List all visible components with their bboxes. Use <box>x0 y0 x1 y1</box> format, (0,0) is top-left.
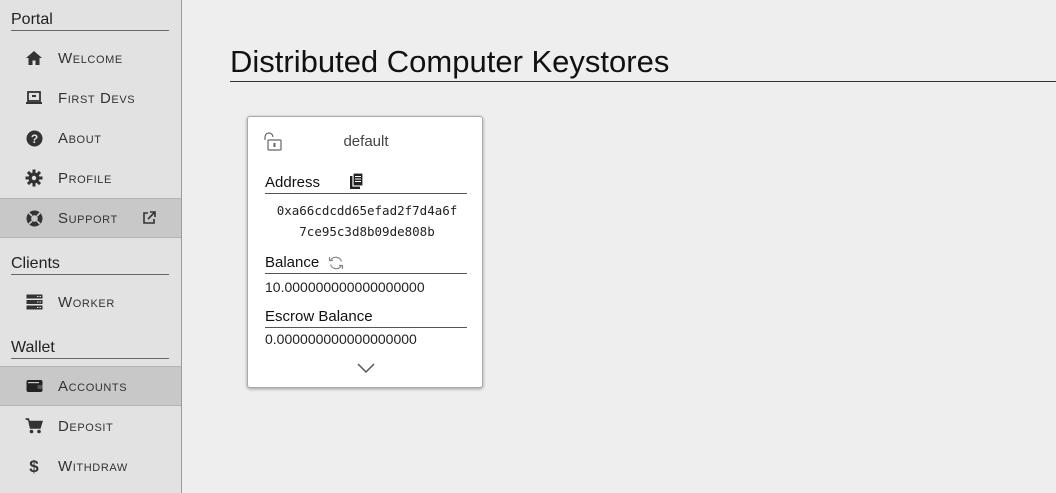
sidebar-item-withdraw[interactable]: $ Withdraw <box>0 446 181 486</box>
sidebar-item-label: First Devs <box>58 89 136 107</box>
sidebar-item-label: Support <box>58 209 118 227</box>
server-icon <box>24 292 44 312</box>
balance-label-text: Balance <box>265 254 320 271</box>
keystore-name: default <box>343 133 389 150</box>
cart-icon <box>24 416 44 436</box>
sidebar: Portal Welcome First Devs ? About Profil… <box>0 0 182 493</box>
sidebar-item-label: Withdraw <box>58 457 128 475</box>
svg-text:$: $ <box>29 457 39 475</box>
sidebar-item-worker[interactable]: Worker <box>0 282 181 322</box>
sidebar-item-accounts[interactable]: Accounts <box>0 366 181 406</box>
sidebar-item-profile[interactable]: Profile <box>0 158 181 198</box>
balance-value: 10.000000000000000000 <box>265 279 425 295</box>
dollar-icon: $ <box>24 456 44 476</box>
sidebar-item-label: Deposit <box>58 417 114 435</box>
sidebar-item-welcome[interactable]: Welcome <box>0 38 181 78</box>
address-line-1: 0xa66cdcdd65efad2f7d4a6f <box>276 203 458 218</box>
laptop-icon <box>24 88 44 108</box>
escrow-balance-value: 0.000000000000000000 <box>265 331 417 347</box>
home-icon <box>24 48 44 68</box>
sidebar-item-about[interactable]: ? About <box>0 118 181 158</box>
sidebar-item-deposit[interactable]: Deposit <box>0 406 181 446</box>
sidebar-item-first-devs[interactable]: First Devs <box>0 78 181 118</box>
refresh-icon[interactable] <box>328 255 344 271</box>
escrow-balance-label: Escrow Balance <box>265 308 467 328</box>
balance-label: Balance <box>265 254 467 274</box>
chevron-down-icon[interactable] <box>356 361 376 374</box>
sidebar-item-label: Profile <box>58 169 112 187</box>
svg-text:?: ? <box>30 132 37 146</box>
section-title-wallet: Wallet <box>11 339 169 359</box>
sidebar-item-label: Accounts <box>58 377 128 395</box>
sidebar-item-label: Worker <box>58 293 115 311</box>
sidebar-item-support[interactable]: Support <box>0 198 181 238</box>
lifebuoy-icon <box>24 208 44 228</box>
question-icon: ? <box>24 128 44 148</box>
wallet-icon <box>24 376 44 396</box>
keystore-card: default Address 0xa66cdcdd65efad2f7d4a6f… <box>247 116 483 388</box>
address-value: 0xa66cdcdd65efad2f7d4a6f 7ce95c3d8b09de8… <box>262 200 472 242</box>
page-title: Distributed Computer Keystores <box>230 44 1056 82</box>
section-title-clients: Clients <box>11 255 169 275</box>
address-label: Address <box>265 172 467 194</box>
section-title-portal: Portal <box>11 11 169 31</box>
gear-icon <box>24 168 44 188</box>
external-link-icon <box>142 211 156 225</box>
copy-icon[interactable] <box>349 172 365 190</box>
sidebar-item-label: Welcome <box>58 49 123 67</box>
sidebar-item-label: About <box>58 129 102 147</box>
address-line-2: 7ce95c3d8b09de808b <box>299 224 435 239</box>
address-label-text: Address <box>265 174 321 191</box>
